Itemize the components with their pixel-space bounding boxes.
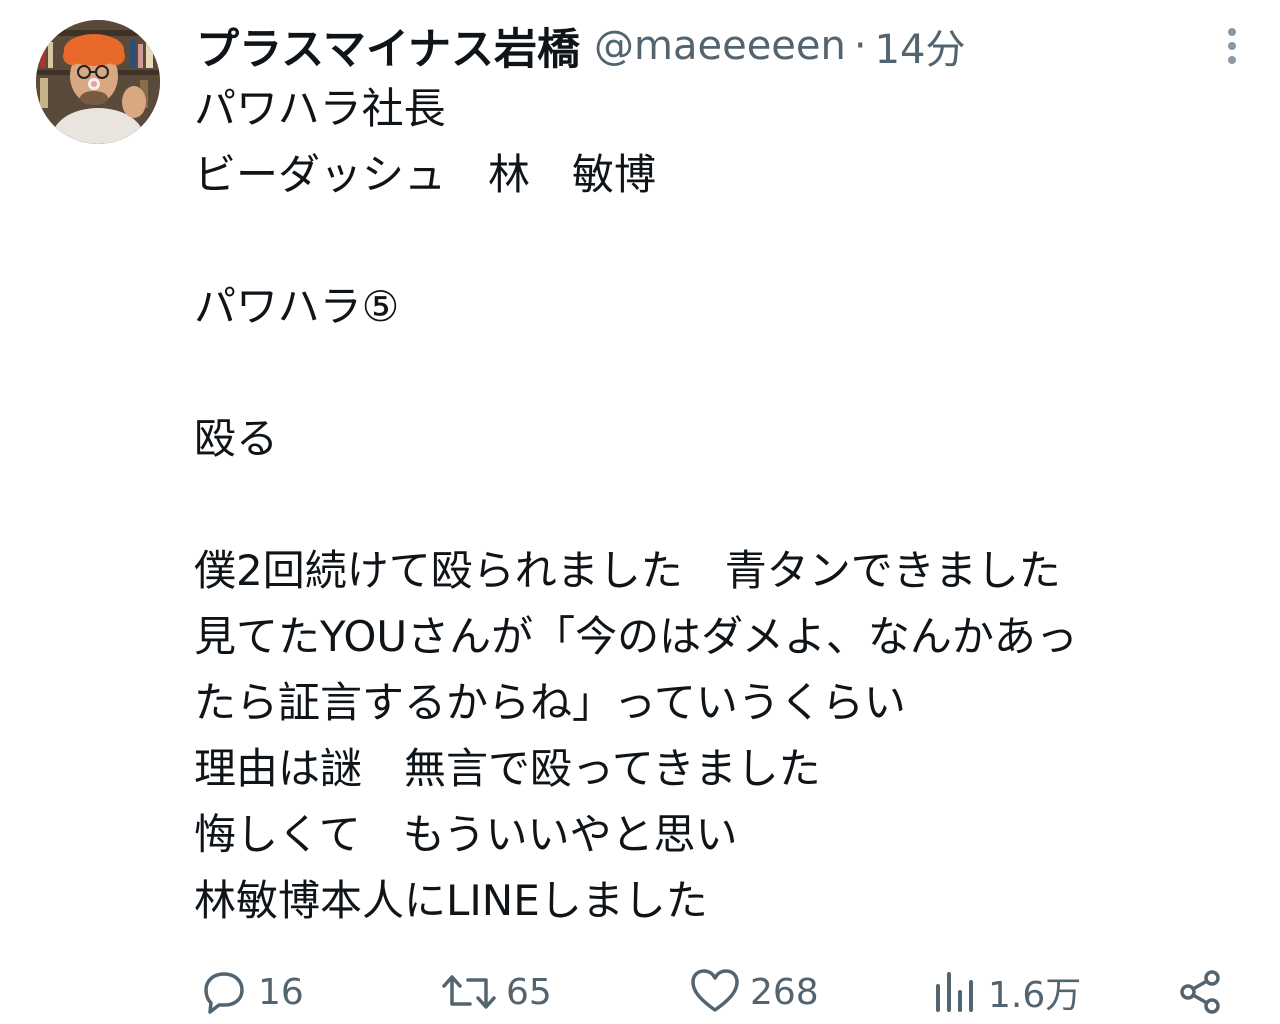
author-display-name[interactable]: プラスマイナス岩橋 [196, 15, 580, 77]
tweet-line [194, 472, 1264, 538]
views-button[interactable]: 1.6万 [932, 962, 1081, 1022]
heart-icon [691, 969, 739, 1012]
avatar-photo [36, 20, 160, 144]
tweet-text: パワハラ社長 ビーダッシュ 林 敏博 パワハラ⑤ 殴る 僕2回続けて殴られました… [194, 76, 1264, 934]
tweet-timestamp[interactable]: 14分 [875, 17, 966, 75]
view-count: 1.6万 [988, 975, 1082, 1016]
separator-dot: · [853, 23, 867, 69]
repost-count: 65 [506, 971, 552, 1013]
tweet-line [194, 340, 1264, 406]
reply-button[interactable]: 16 [198, 962, 304, 1022]
tweet-line: パワハラ社長 [194, 84, 446, 133]
tweet-header: プラスマイナス岩橋 @maeeeeen · 14分 [196, 14, 1216, 78]
author-handle[interactable]: @maeeeeen [594, 23, 846, 69]
tweet-line: 林敏博本人にLINEしました [194, 876, 708, 925]
tweet-line: パワハラ⑤ [194, 282, 400, 331]
user-avatar[interactable] [36, 20, 160, 144]
tweet-line: ビーダッシュ 林 敏博 [194, 150, 657, 199]
tweet-line [194, 208, 1264, 274]
more-options-button[interactable] [1218, 24, 1246, 68]
like-button[interactable]: 268 [688, 962, 819, 1022]
tweet-action-bar: 16 65 268 1.6万 [196, 962, 1236, 1022]
tweet-line: 殴る [194, 414, 279, 463]
views-bar-chart-icon [936, 972, 973, 1012]
tweet-line: 悔しくて もういいやと思い [194, 810, 738, 859]
share-button[interactable] [1174, 962, 1226, 1022]
reply-count: 16 [258, 971, 304, 1013]
tweet-line: たら証言するからね」っていうくらい [194, 678, 906, 727]
tweet-line: 僕2回続けて殴られました 青タンできました [194, 546, 1061, 595]
repost-arrows-icon [442, 975, 496, 1009]
reply-bubble-icon [204, 972, 244, 1014]
tweet-line: 理由は謎 無言で殴ってきました [194, 744, 821, 793]
tweet-line: 見てたYOUさんが「今のはダメよ、なんかあっ [194, 612, 1078, 661]
like-count: 268 [750, 971, 819, 1013]
share-icon [1180, 970, 1220, 1014]
repost-button[interactable]: 65 [440, 962, 552, 1022]
more-vertical-icon [1228, 28, 1236, 64]
